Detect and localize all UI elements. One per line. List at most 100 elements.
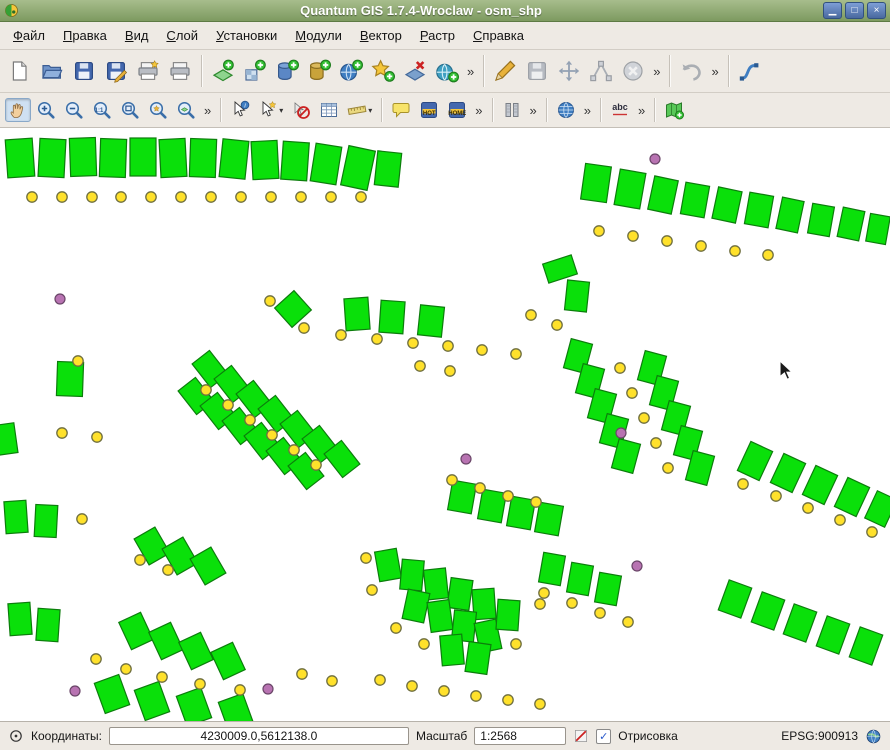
composer-manager-button[interactable] (165, 57, 195, 85)
zoom-out-button[interactable] (61, 98, 87, 122)
menu-plugins[interactable]: Модули (286, 24, 351, 47)
add-postgis-layer-button[interactable] (272, 57, 302, 85)
zoom-out-icon (64, 100, 84, 120)
zoom-to-selection-button[interactable] (145, 98, 171, 122)
point-feature (195, 679, 205, 689)
title-bar[interactable]: Quantum GIS 1.7.4-Wroclaw - osm_shp ▁ □ … (0, 0, 890, 22)
menu-vector[interactable]: Вектор (351, 24, 411, 47)
stop-render-icon[interactable] (573, 728, 589, 744)
open-project-button[interactable] (37, 57, 67, 85)
add-raster-layer-button[interactable] (240, 57, 270, 85)
undo-button[interactable] (676, 57, 706, 85)
building (344, 297, 370, 331)
map-canvas[interactable] (0, 128, 890, 721)
point-feature (245, 415, 255, 425)
save-project-as-button[interactable] (101, 57, 131, 85)
menu-bar: ФайлПравкаВидСлойУстановкиМодулиВекторРа… (0, 22, 890, 50)
toolbar-overflow-chevron[interactable]: » (201, 103, 214, 118)
show-bookmarks-button[interactable]: HOME (444, 98, 470, 122)
point-feature (763, 250, 773, 260)
point-feature (415, 361, 425, 371)
menu-layer[interactable]: Слой (157, 24, 207, 47)
point-feature (738, 479, 748, 489)
deselect-features-button[interactable] (288, 98, 314, 122)
diagram-tool-button[interactable] (499, 98, 525, 122)
point-feature (552, 320, 562, 330)
building (219, 139, 249, 180)
hand-icon (8, 100, 28, 120)
identify-features-button[interactable]: i (227, 98, 253, 122)
zoom-actual-size-button[interactable]: 1:1 (89, 98, 115, 122)
save-edits-button[interactable] (522, 57, 552, 85)
labeling-button[interactable]: abc (607, 98, 633, 122)
add-wfs-layer-button[interactable] (432, 57, 462, 85)
zoom-to-layer-button[interactable] (173, 98, 199, 122)
point-feature (475, 483, 485, 493)
db-plus-icon (275, 59, 299, 83)
move-feature-button[interactable] (554, 57, 584, 85)
cancel-edits-button[interactable] (618, 57, 648, 85)
ruler-icon (347, 100, 367, 120)
point-feature (146, 192, 156, 202)
toolbar-overflow-chevron[interactable]: » (527, 103, 540, 118)
zoom-in-button[interactable] (33, 98, 59, 122)
building (374, 151, 401, 187)
gps-tools-button[interactable] (735, 57, 765, 85)
building (680, 182, 709, 218)
menu-settings[interactable]: Установки (207, 24, 286, 47)
close-button[interactable]: × (867, 2, 886, 19)
scale-input[interactable]: 1:2568 (474, 727, 566, 745)
new-project-button[interactable] (5, 57, 35, 85)
projection-globe-icon[interactable] (865, 728, 882, 745)
menu-raster[interactable]: Растр (411, 24, 464, 47)
toolbar-overflow-chevron[interactable]: » (635, 103, 648, 118)
remove-layer-button[interactable] (400, 57, 430, 85)
globe-icon (556, 100, 576, 120)
zoom-full-extent-button[interactable] (117, 98, 143, 122)
menu-edit[interactable]: Правка (54, 24, 116, 47)
map-tips-button[interactable] (388, 98, 414, 122)
dropdown-caret-icon[interactable]: ▾ (279, 106, 283, 115)
render-checkbox[interactable]: ✓ (596, 729, 611, 744)
node-tool-button[interactable] (586, 57, 616, 85)
minimize-button[interactable]: ▁ (823, 2, 842, 19)
new-shapefile-layer-button[interactable] (368, 57, 398, 85)
point-feature (511, 349, 521, 359)
globe-plus2-icon (435, 59, 459, 83)
toggle-editing-button[interactable] (490, 57, 520, 85)
toolbar-overflow-chevron[interactable]: » (650, 64, 663, 79)
dropdown-caret-icon[interactable]: ▾ (368, 106, 372, 115)
save-project-button[interactable] (69, 57, 99, 85)
measure-line-button[interactable]: ▾ (344, 98, 375, 122)
coordinate-capture-button[interactable] (553, 98, 579, 122)
toolbar-separator (381, 98, 382, 122)
point-feature (803, 503, 813, 513)
building (564, 280, 589, 312)
open-attribute-table-button[interactable] (316, 98, 342, 122)
coordinates-input[interactable]: 4230009.0,5612138.0 (109, 727, 409, 745)
menu-help[interactable]: Справка (464, 24, 533, 47)
extents-icon[interactable] (8, 728, 24, 744)
point-feature (372, 334, 382, 344)
add-map-service-button[interactable] (661, 98, 687, 122)
building (99, 139, 126, 178)
toolbar-overflow-chevron[interactable]: » (472, 103, 485, 118)
point-feature (535, 599, 545, 609)
add-spatialite-layer-button[interactable] (304, 57, 334, 85)
nodes-icon (589, 59, 613, 83)
toolbar-overflow-chevron[interactable]: » (581, 103, 594, 118)
maximize-button[interactable]: □ (845, 2, 864, 19)
menu-view[interactable]: Вид (116, 24, 158, 47)
menu-file[interactable]: Файл (4, 24, 54, 47)
select-features-button[interactable]: ▾ (255, 98, 286, 122)
building (8, 602, 32, 635)
new-print-composer-button[interactable] (133, 57, 163, 85)
new-bookmark-button[interactable]: HOT (416, 98, 442, 122)
add-vector-layer-button[interactable] (208, 57, 238, 85)
add-wms-layer-button[interactable] (336, 57, 366, 85)
toolbar-overflow-chevron[interactable]: » (708, 64, 721, 79)
toolbar-overflow-chevron[interactable]: » (464, 64, 477, 79)
printer-icon (168, 59, 192, 83)
point-feature (235, 685, 245, 695)
pan-map-button[interactable] (5, 98, 31, 122)
